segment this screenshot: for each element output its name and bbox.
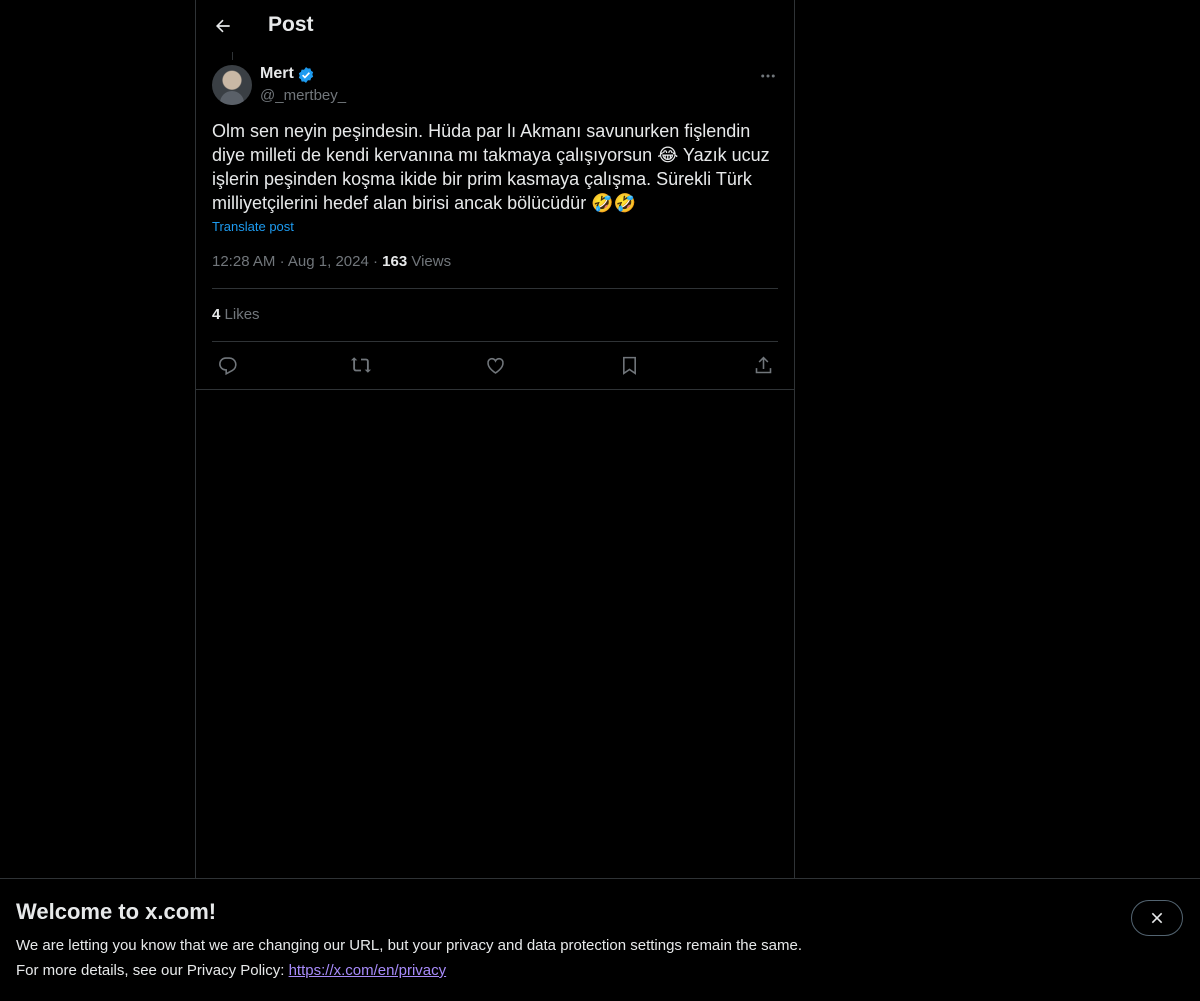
author-name[interactable]: Mert <box>260 65 294 83</box>
page-title: Post <box>268 13 314 36</box>
meta-separator: · <box>279 253 285 270</box>
post-time[interactable]: 12:28 AM <box>212 253 275 270</box>
bookmark-button[interactable] <box>617 353 641 377</box>
post-text: Olm sen neyin peşindesin. Hüda par lı Ak… <box>212 121 775 213</box>
meta-separator: · <box>372 253 378 270</box>
more-dots-icon <box>761 74 775 78</box>
likes-count: 4 <box>212 306 221 323</box>
heart-icon <box>486 357 504 374</box>
back-button[interactable] <box>208 11 238 41</box>
divider <box>196 389 794 390</box>
banner-close-button[interactable] <box>1131 900 1183 936</box>
likes-label: Likes <box>224 306 260 323</box>
divider <box>212 288 778 289</box>
privacy-policy-link[interactable]: https://x.com/en/privacy <box>289 962 447 979</box>
banner-privacy-prefix: For more details, see our Privacy Policy… <box>16 962 289 979</box>
translate-post-link[interactable]: Translate post <box>212 219 294 234</box>
views-count: 163 <box>382 253 408 270</box>
url-change-banner: Welcome to x.com! We are letting you kno… <box>0 878 1200 1001</box>
likes-summary[interactable]: 4 Likes <box>212 306 260 323</box>
reply-icon <box>218 356 237 375</box>
banner-message: We are letting you know that we are chan… <box>16 937 802 954</box>
arrow-left-icon <box>216 19 230 33</box>
more-options-button[interactable] <box>756 64 780 88</box>
post-column: Post Mert @_mertbey_ Olm sen neyin peşin… <box>195 0 795 878</box>
author-handle[interactable]: @_mertbey_ <box>260 87 346 104</box>
share-button[interactable] <box>751 353 775 377</box>
avatar[interactable] <box>212 65 252 105</box>
post-date[interactable]: Aug 1, 2024 <box>288 253 369 270</box>
reply-button[interactable] <box>215 353 239 377</box>
repost-icon <box>350 357 372 373</box>
header: Post <box>196 0 794 53</box>
banner-privacy-line: For more details, see our Privacy Policy… <box>16 962 446 979</box>
repost-button[interactable] <box>349 353 373 377</box>
close-icon <box>1151 912 1163 924</box>
views-label: Views <box>411 253 452 270</box>
thread-line <box>232 52 233 60</box>
banner-title: Welcome to x.com! <box>16 899 217 924</box>
bookmark-icon <box>622 356 636 375</box>
divider <box>212 341 778 342</box>
like-button[interactable] <box>483 353 507 377</box>
post-meta: 12:28 AM · Aug 1, 2024 · 163 Views <box>212 253 451 270</box>
verified-badge-icon <box>298 67 314 83</box>
share-icon <box>755 356 771 373</box>
